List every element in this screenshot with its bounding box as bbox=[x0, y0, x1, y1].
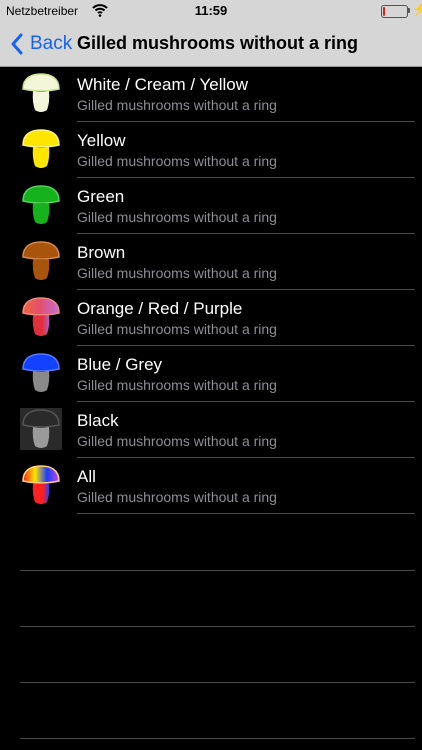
mushroom-orange-icon bbox=[20, 296, 62, 338]
list-item-title: Brown bbox=[77, 243, 126, 262]
row-separator bbox=[77, 513, 415, 514]
list-item-subtitle: Gilled mushrooms without a ring bbox=[77, 321, 277, 337]
list-item-title: White / Cream / Yellow bbox=[77, 75, 249, 94]
empty-row-separator bbox=[20, 738, 415, 739]
list-item-title: Black bbox=[77, 411, 119, 430]
navigation-bar: Back Gilled mushrooms without a ring bbox=[0, 22, 422, 67]
battery-tip bbox=[408, 8, 410, 13]
mushroom-white-icon bbox=[20, 72, 62, 114]
empty-row-separator bbox=[20, 682, 415, 683]
list-item[interactable]: White / Cream / Yellow Gilled mushrooms w… bbox=[0, 66, 422, 122]
list-item-subtitle: Gilled mushrooms without a ring bbox=[77, 153, 277, 169]
list-item-subtitle: Gilled mushrooms without a ring bbox=[77, 209, 277, 225]
status-bar: Netzbetreiber 11:59 ⚡ bbox=[0, 0, 422, 22]
list-item-subtitle: Gilled mushrooms without a ring bbox=[77, 265, 277, 281]
list-item-subtitle: Gilled mushrooms without a ring bbox=[77, 433, 277, 449]
empty-row-separator bbox=[20, 570, 415, 571]
mushroom-brown-icon bbox=[20, 240, 62, 282]
list-item[interactable]: Orange / Red / Purple Gilled mushrooms wi… bbox=[0, 290, 422, 346]
mushroom-all-icon bbox=[20, 464, 62, 506]
mushroom-blue-icon bbox=[20, 352, 62, 394]
list-item[interactable]: Blue / Grey Gilled mushrooms without a ri… bbox=[0, 346, 422, 402]
list-item[interactable]: All Gilled mushrooms without a ring bbox=[0, 458, 422, 514]
category-list: White / Cream / Yellow Gilled mushrooms w… bbox=[0, 66, 422, 514]
list-item-subtitle: Gilled mushrooms without a ring bbox=[77, 377, 277, 393]
list-item-title: Green bbox=[77, 187, 125, 206]
back-button-label: Back bbox=[30, 33, 73, 54]
mushroom-yellow-icon bbox=[20, 128, 62, 170]
chevron-left-icon bbox=[11, 33, 23, 55]
page-title: Gilled mushrooms without a ring bbox=[77, 33, 359, 53]
battery-level bbox=[383, 7, 385, 16]
list-item-title: Blue / Grey bbox=[77, 355, 163, 374]
clock: 11:59 bbox=[194, 3, 228, 18]
mushroom-green-icon bbox=[20, 184, 62, 226]
list-item[interactable]: Black Gilled mushrooms without a ring bbox=[0, 402, 422, 458]
list-item-subtitle: Gilled mushrooms without a ring bbox=[77, 489, 277, 505]
list-item-title: Yellow bbox=[77, 131, 126, 150]
battery-icon bbox=[381, 5, 408, 18]
list-item-subtitle: Gilled mushrooms without a ring bbox=[77, 97, 277, 113]
empty-row-separator bbox=[20, 626, 415, 627]
list-item-title: Orange / Red / Purple bbox=[77, 299, 243, 318]
list-item[interactable]: Brown Gilled mushrooms without a ring bbox=[0, 234, 422, 290]
list-item[interactable]: Yellow Gilled mushrooms without a ring bbox=[0, 122, 422, 178]
mushroom-black-icon bbox=[20, 408, 62, 450]
charging-icon: ⚡ bbox=[412, 2, 422, 16]
list-item[interactable]: Green Gilled mushrooms without a ring bbox=[0, 178, 422, 234]
list-item-title: All bbox=[77, 467, 96, 486]
